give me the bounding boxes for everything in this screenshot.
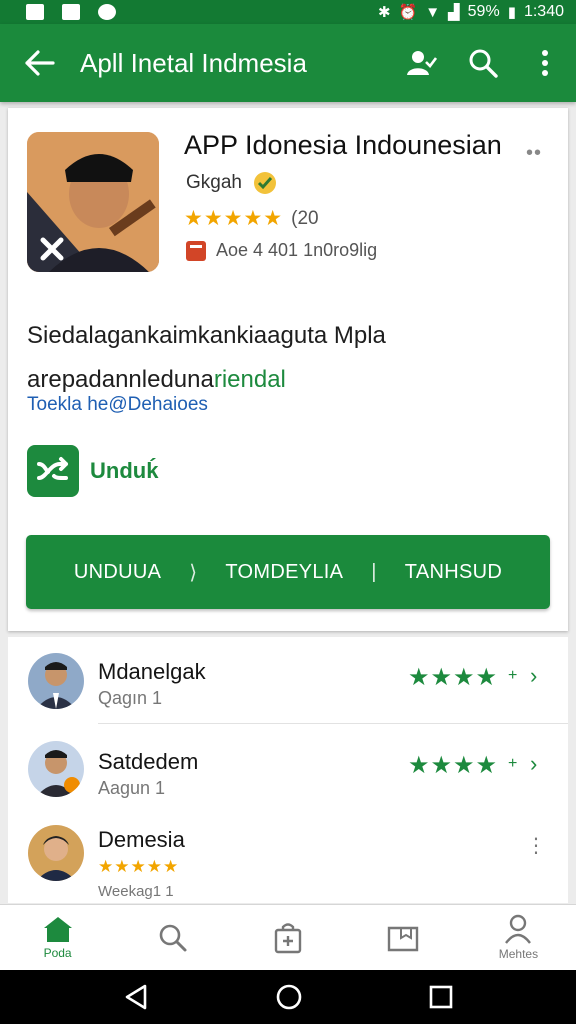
rating-row: ★★★★★ (20 xyxy=(184,206,319,231)
review-name: Mdanelgak xyxy=(98,659,206,684)
review-row[interactable]: Satdedem Aagun 1 ★★★★ + › xyxy=(8,725,568,815)
age-rating-row: Aoe 4 401 1n0ro9lig xyxy=(186,240,377,261)
status-bar: ✱ ⏰ ▼ ▟ 59% ▮ 1:340 xyxy=(0,0,576,24)
review-name: Satdedem xyxy=(98,749,199,774)
more-vert-icon[interactable]: ⋮ xyxy=(526,833,546,858)
review-subtitle: Qagın 1 xyxy=(98,688,163,708)
account-button[interactable] xyxy=(390,24,452,102)
nav-store[interactable] xyxy=(230,905,345,970)
description-line-1: Siedalagankaimkankiaaguta Mpla xyxy=(27,322,386,349)
app-name: APP Idonesia Indounesian xyxy=(184,130,502,160)
description-highlight: riendal xyxy=(213,366,286,393)
nav-home[interactable]: Poda xyxy=(0,905,115,970)
bottom-nav: Poda Mehtes xyxy=(0,904,576,970)
review-name: Demesia xyxy=(98,827,185,852)
age-rating-icon xyxy=(186,240,206,261)
more-vert-icon xyxy=(542,50,548,76)
install-button-sep1: ⟩ xyxy=(189,561,198,584)
more-options-button[interactable] xyxy=(514,24,576,102)
divider xyxy=(98,723,568,724)
folder-icon xyxy=(388,926,419,951)
battery-icon: ▮ xyxy=(507,3,516,21)
person-icon xyxy=(505,914,532,944)
image-notification-icon xyxy=(62,4,80,20)
nav-account[interactable]: Mehtes xyxy=(461,905,576,970)
review-plus: + xyxy=(508,667,518,684)
developer-link[interactable]: Toekla he@Dehaioes xyxy=(27,394,208,416)
mail-notification-icon xyxy=(26,4,44,20)
description-line-2: arepadannleduna xyxy=(27,366,214,393)
battery-percent: 59% xyxy=(467,3,500,20)
review-stars: ★★★★ xyxy=(408,664,499,691)
home-nav-icon[interactable] xyxy=(275,983,303,1011)
review-row[interactable]: Demesia ★★★★★ Weekag1 1 ⋮ xyxy=(8,811,568,901)
review-stars: ★★★★ xyxy=(408,752,499,779)
avatar xyxy=(28,741,84,797)
app-description: Siedalagankaimkankiaaguta Mpla arepadann… xyxy=(27,314,547,402)
install-button-part2: TOMDEYLIA xyxy=(225,560,344,583)
app-bar-title: Apll Inetal Indmesia xyxy=(80,47,307,78)
clock: 1:340 xyxy=(523,3,564,20)
nav-search[interactable] xyxy=(115,905,230,970)
download-label[interactable]: Unduḱ xyxy=(90,458,158,484)
app-detail-card: APP Idonesia Indounesian •• Gkgah ★★★★★ … xyxy=(8,108,568,631)
alarm-icon: ⏰ xyxy=(398,3,418,21)
app-notification-icon xyxy=(98,4,116,20)
nav-home-label: Poda xyxy=(43,946,72,960)
nav-account-label: Mehtes xyxy=(498,947,539,961)
app-overflow-icon[interactable]: •• xyxy=(526,142,542,165)
review-subtitle: Aagun 1 xyxy=(98,778,166,798)
bluetooth-icon: ✱ xyxy=(377,3,391,21)
install-button-sep2: | xyxy=(371,560,377,583)
reviews-list: Mdanelgak Qagın 1 ★★★★ + › Satdedem Aagu… xyxy=(8,637,568,903)
system-navigation-bar xyxy=(0,970,576,1024)
search-button[interactable] xyxy=(452,24,514,102)
avatar xyxy=(28,825,84,881)
app-icon[interactable] xyxy=(27,132,159,272)
shopping-bag-icon xyxy=(274,922,302,953)
wifi-icon: ▼ xyxy=(425,3,441,21)
review-row[interactable]: Mdanelgak Qagın 1 ★★★★ + › xyxy=(8,637,568,727)
rating-count: (20 xyxy=(291,207,319,229)
age-rating-text: Aoe 4 401 1n0ro9lig xyxy=(216,240,378,260)
search-icon xyxy=(469,49,498,78)
chevron-right-icon[interactable]: › xyxy=(530,751,537,777)
install-button[interactable]: UNDUUA ⟩ TOMDEYLIA | TANHSUD xyxy=(26,535,550,609)
developer-name: Gkgah xyxy=(186,172,242,193)
recents-nav-icon[interactable] xyxy=(429,985,453,1009)
review-plus: + xyxy=(508,755,518,772)
back-nav-icon[interactable] xyxy=(123,983,149,1011)
review-stars: ★★★★★ xyxy=(98,857,180,876)
nav-library[interactable] xyxy=(346,905,461,970)
app-bar: Apll Inetal Indmesia xyxy=(0,24,576,102)
person-check-icon xyxy=(407,51,437,75)
back-arrow-icon xyxy=(25,50,55,76)
avatar xyxy=(28,653,84,709)
install-button-part3: TANHSUD xyxy=(404,560,503,583)
shuffle-icon xyxy=(37,457,68,480)
home-icon xyxy=(43,917,72,942)
search-icon xyxy=(159,924,187,951)
download-icon-button[interactable] xyxy=(27,445,79,497)
developer-row[interactable]: Gkgah xyxy=(186,170,278,196)
review-subtitle: Weekag1 1 xyxy=(98,883,174,900)
install-button-part1: UNDUUA xyxy=(73,560,162,583)
back-button[interactable] xyxy=(0,24,80,102)
chevron-right-icon[interactable]: › xyxy=(530,663,537,689)
verified-badge-icon xyxy=(253,172,276,194)
app-icon-portrait xyxy=(27,132,159,272)
rating-stars: ★★★★★ xyxy=(184,207,284,230)
signal-icon: ▟ xyxy=(448,3,460,21)
